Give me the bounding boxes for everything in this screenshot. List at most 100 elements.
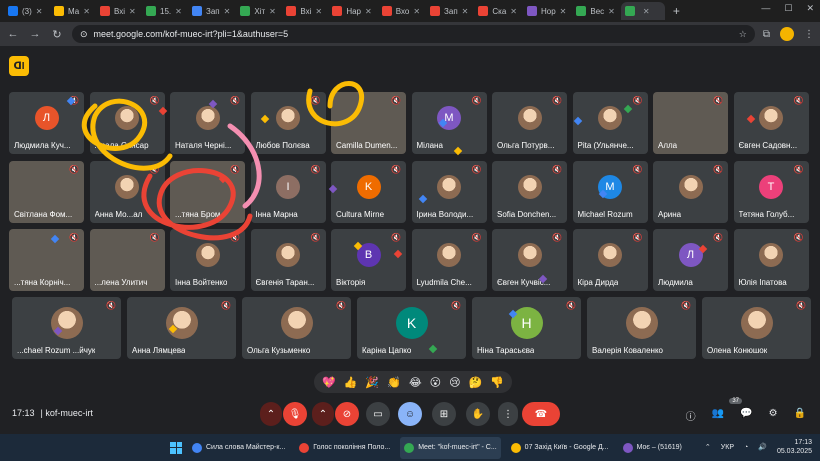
participant-tile[interactable]: 🔇 ...лена Улитич <box>89 229 165 291</box>
taskbar-app[interactable]: Моє – (51619) <box>619 437 686 459</box>
close-tab-icon[interactable]: ✕ <box>365 7 372 16</box>
taskbar-app[interactable]: 07 Захід Київ - Google Д... <box>507 437 613 459</box>
participant-tile[interactable]: 🔇 ...сала Синсар <box>89 92 165 154</box>
participant-tile[interactable]: 🔇 Євген Садовн... <box>733 92 809 154</box>
participant-tile[interactable]: 🔇 І Інна Марна <box>250 161 326 223</box>
participant-tile[interactable]: 🔇 Євгенія Таран... <box>250 229 326 291</box>
participant-tile[interactable]: 🔇 T Тетяна Голуб... <box>733 161 809 223</box>
raise-hand-button[interactable]: ✋ <box>466 402 490 426</box>
minimize-icon[interactable]: — <box>761 3 770 14</box>
close-tab-icon[interactable]: ✕ <box>224 7 231 16</box>
windows-start-icon[interactable] <box>170 441 182 454</box>
reaction-emoji-button[interactable]: 👏 <box>387 376 401 389</box>
participant-tile[interactable]: 🔇 Світлана Фом... <box>9 161 84 223</box>
browser-tab[interactable]: ✕ <box>620 2 665 20</box>
participant-tile[interactable]: 🔇 ...тяна Бром <box>170 161 245 223</box>
close-tab-icon[interactable]: ✕ <box>315 7 322 16</box>
taskbar-app[interactable]: Сила слова Майстер-к... <box>188 437 289 459</box>
participant-tile[interactable]: 🔇 Lyudmila Che... <box>411 229 487 291</box>
present-button[interactable]: ⊞ <box>432 402 456 426</box>
participant-tile[interactable]: 🔇 M Мілана <box>411 92 487 154</box>
participant-tile[interactable]: 🔇 Ольга Кузьменко <box>242 297 351 359</box>
close-tab-icon[interactable]: ✕ <box>643 7 650 16</box>
participant-tile[interactable]: 🔇 ...chael Rozum ...йчук <box>12 297 121 359</box>
participant-tile[interactable]: 🔇 Кіра Дирда <box>572 229 648 291</box>
browser-tab[interactable]: Вхі ✕ <box>96 2 140 20</box>
reaction-emoji-button[interactable]: 😢 <box>449 376 460 389</box>
participant-tile[interactable]: 🔇 M Michael Rozum <box>572 161 648 223</box>
site-info-icon[interactable]: ⊙ <box>80 29 88 40</box>
url-input[interactable]: ⊙ meet.google.com/kof-muec-irt?pli=1&aut… <box>72 25 755 43</box>
forward-icon[interactable]: → <box>28 28 42 40</box>
close-tab-icon[interactable]: ✕ <box>36 7 43 16</box>
profile-avatar[interactable] <box>780 27 794 41</box>
browser-tab[interactable]: (3) ✕ <box>4 2 48 20</box>
chat-icon[interactable]: 💬 <box>740 408 752 423</box>
meet-activities-icon[interactable]: ᗡI <box>9 56 29 76</box>
browser-tab[interactable]: Вхі ✕ <box>282 2 326 20</box>
reaction-emoji-button[interactable]: 😮 <box>430 376 441 389</box>
close-window-icon[interactable]: ✕ <box>806 3 814 14</box>
participant-tile[interactable]: 🔇 Інна Войтенко <box>170 229 245 291</box>
tray-chevron-icon[interactable]: ⌃ <box>705 443 711 451</box>
browser-tab[interactable]: Ска ✕ <box>474 2 521 20</box>
close-tab-icon[interactable]: ✕ <box>462 7 469 16</box>
leave-call-button[interactable]: ☎ <box>522 402 560 426</box>
browser-tab[interactable]: Вес ✕ <box>572 2 619 20</box>
host-controls-icon[interactable]: 🔒 <box>794 408 806 423</box>
participant-tile[interactable]: 🔇 Ольга Потурв... <box>492 92 567 154</box>
browser-tab[interactable]: Зап ✕ <box>426 2 472 20</box>
reaction-emoji-button[interactable]: 😂 <box>409 376 422 389</box>
browser-tab[interactable]: Нор ✕ <box>523 2 570 20</box>
close-tab-icon[interactable]: ✕ <box>608 7 615 16</box>
new-tab-icon[interactable]: + <box>667 4 686 18</box>
reaction-emoji-button[interactable]: 🤔 <box>469 376 483 389</box>
close-tab-icon[interactable]: ✕ <box>413 7 420 16</box>
browser-tab[interactable]: Вхо ✕ <box>378 2 424 20</box>
back-icon[interactable]: ← <box>6 28 20 40</box>
reload-icon[interactable]: ↻ <box>50 28 64 41</box>
browser-tab[interactable]: Нар ✕ <box>328 2 375 20</box>
close-tab-icon[interactable]: ✕ <box>175 7 182 16</box>
close-tab-icon[interactable]: ✕ <box>510 7 517 16</box>
info-icon[interactable]: ⓘ <box>686 408 696 423</box>
browser-tab[interactable]: Хіт ✕ <box>236 2 280 20</box>
maximize-icon[interactable]: ☐ <box>784 3 792 14</box>
browser-tab[interactable]: 15. ✕ <box>142 2 186 20</box>
participant-tile[interactable]: 🔇 Любов Полєва <box>250 92 326 154</box>
mic-toggle-button[interactable]: 🎙 <box>283 402 307 426</box>
close-tab-icon[interactable]: ✕ <box>560 7 567 16</box>
browser-tab[interactable]: Ма ✕ <box>50 2 94 20</box>
activities-icon[interactable]: ⚙ <box>769 408 778 423</box>
more-options-button[interactable]: ⋮ <box>498 402 518 426</box>
emoji-button[interactable]: ☺ <box>398 402 422 426</box>
mic-options-button[interactable]: ⌃ <box>260 402 282 426</box>
clock[interactable]: 17:13 05.03.2025 <box>777 438 812 456</box>
participant-tile[interactable]: 🔇 Олена Конюшок <box>702 297 811 359</box>
reaction-emoji-button[interactable]: 🎉 <box>365 376 379 389</box>
people-icon[interactable]: 👥 <box>712 408 724 423</box>
participant-tile[interactable]: 🔇 Наталя Черні... <box>170 92 245 154</box>
participant-tile[interactable]: 🔇 Арина <box>653 161 728 223</box>
taskbar-app[interactable]: Meet: "kof-muec-irt" - C... <box>400 436 501 459</box>
participant-tile[interactable]: 🔇 Pita (Ульянче... <box>572 92 648 154</box>
keyboard-language[interactable]: УКР <box>721 444 734 451</box>
taskbar-app[interactable]: Голос покоління Поло... <box>295 437 394 459</box>
extensions-icon[interactable]: ⧉ <box>763 29 770 40</box>
close-tab-icon[interactable]: ✕ <box>83 7 90 16</box>
captions-button[interactable]: ▭ <box>366 402 390 426</box>
participant-tile[interactable]: 🔇 ...тяна Корніч... <box>9 229 84 291</box>
wifi-icon[interactable]: ◔ <box>744 444 748 451</box>
participant-tile[interactable]: 🔇 Л Людмила <box>653 229 728 291</box>
participant-tile[interactable]: 🔇 K Каріна Цапко <box>357 297 466 359</box>
participant-tile[interactable]: 🔇 Юлія Іпатова <box>733 229 809 291</box>
close-tab-icon[interactable]: ✕ <box>269 7 276 16</box>
participant-tile[interactable]: 🔇 Анна Лямцева <box>127 297 236 359</box>
participant-tile[interactable]: 🔇 Camilla Dumen... <box>331 92 406 154</box>
reaction-emoji-button[interactable]: 💖 <box>322 376 336 389</box>
participant-tile[interactable]: 🔇 Євген Кучвіс... <box>492 229 567 291</box>
reaction-emoji-button[interactable]: 👎 <box>490 376 504 389</box>
participant-tile[interactable]: 🔇 Ірина Володи... <box>411 161 487 223</box>
browser-tab[interactable]: Зап ✕ <box>188 2 234 20</box>
participant-tile[interactable]: 🔇 Sofia Donchen... <box>492 161 567 223</box>
